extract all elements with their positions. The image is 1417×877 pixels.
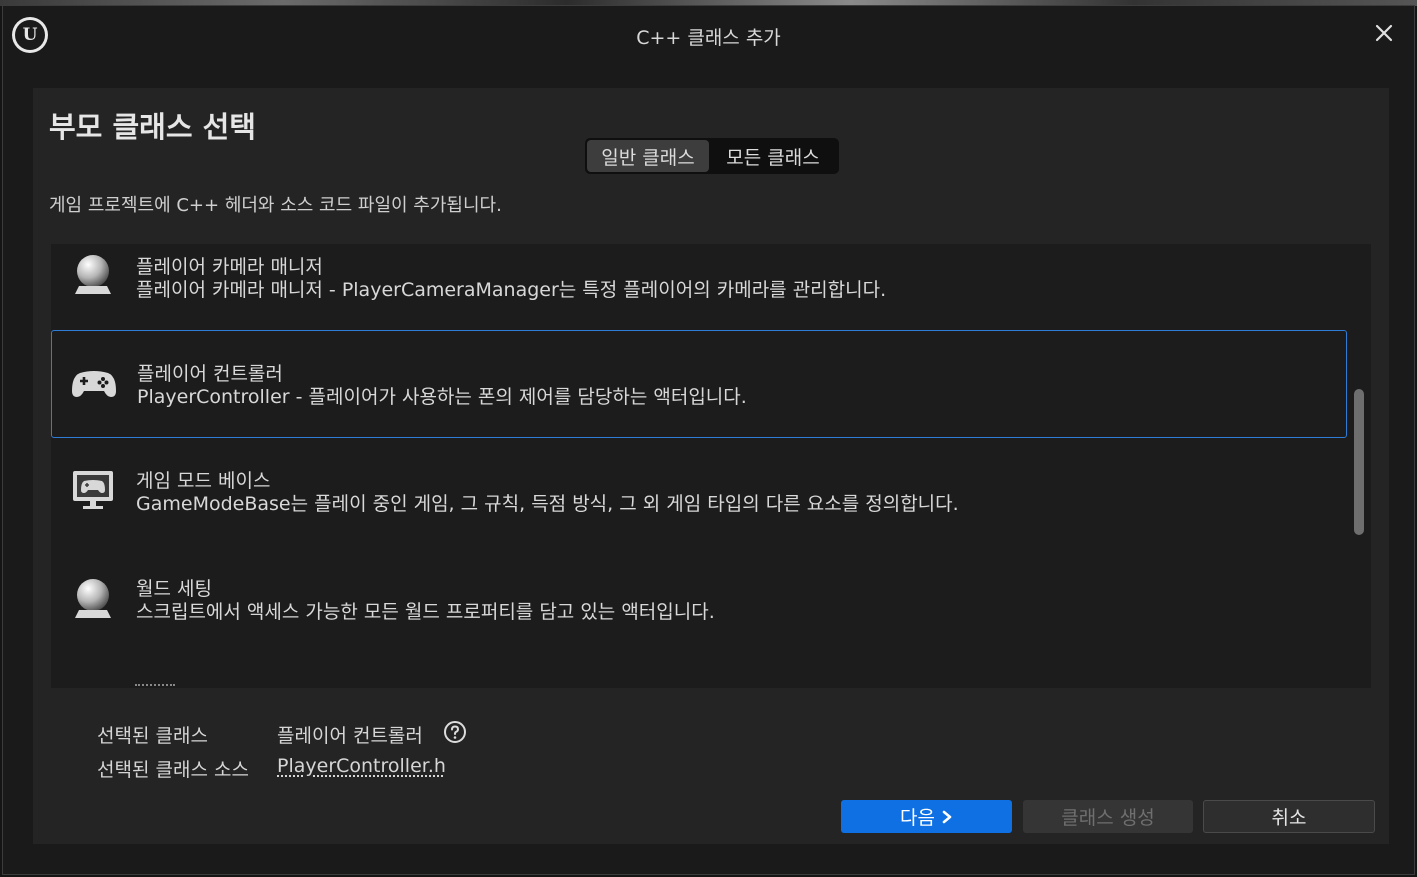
list-item-description: GameModeBase는 플레이 중인 게임, 그 규칙, 득점 방식, 그 … (136, 493, 959, 515)
panel-description: 게임 프로젝트에 C++ 헤더와 소스 코드 파일이 추가됩니다. (49, 195, 502, 216)
class-list: 플레이어 카메라 매니저 플레이어 카메라 매니저 - PlayerCamera… (51, 244, 1371, 688)
next-button-label: 다음 (900, 807, 935, 829)
sphere-icon (75, 579, 111, 618)
chevron-right-icon (942, 810, 952, 823)
list-item-description: 스크립트에서 액세스 가능한 모든 월드 프로퍼티를 담고 있는 액터입니다. (136, 601, 715, 623)
list-item-description: 플레이어 카메라 매니저 - PlayerCameraManager는 특정 플… (136, 279, 887, 301)
sphere-icon (75, 255, 111, 294)
clipped-list-item (135, 684, 175, 688)
help-icon[interactable] (443, 720, 467, 744)
gamepad-icon (72, 371, 116, 397)
tab-all-classes[interactable]: 모든 클래스 (709, 140, 837, 172)
next-button[interactable]: 다음 (841, 800, 1012, 833)
close-icon[interactable] (1372, 21, 1396, 45)
selected-source-label: 선택된 클래스 소스 (97, 759, 249, 781)
monitor-gamepad-icon (73, 471, 113, 509)
list-item[interactable]: 게임 모드 베이스 GameModeBase는 플레이 중인 게임, 그 규칙,… (51, 438, 1347, 546)
list-item-description: PlayerController - 플레이어가 사용하는 폰의 제어를 담당하… (137, 386, 747, 408)
add-cpp-class-dialog: U C++ 클래스 추가 부모 클래스 선택 일반 클래스 모든 클래스 게임 … (2, 5, 1415, 875)
cancel-button[interactable]: 취소 (1203, 800, 1375, 833)
selected-source-link[interactable]: PlayerController.h (277, 755, 446, 777)
create-class-button[interactable]: 클래스 생성 (1023, 800, 1193, 833)
class-filter-tabs: 일반 클래스 모든 클래스 (585, 138, 839, 174)
parent-class-panel: 부모 클래스 선택 일반 클래스 모든 클래스 게임 프로젝트에 C++ 헤더와… (33, 88, 1389, 844)
page-title: 부모 클래스 선택 (49, 110, 256, 144)
selected-class-label: 선택된 클래스 (97, 725, 208, 747)
list-item[interactable]: 월드 세팅 스크립트에서 액세스 가능한 모든 월드 프로퍼티를 담고 있는 액… (51, 546, 1347, 654)
list-scrollbar[interactable] (1354, 389, 1364, 535)
list-item-selected[interactable]: 플레이어 컨트롤러 PlayerController - 플레이어가 사용하는 … (51, 330, 1347, 438)
selected-class-value: 플레이어 컨트롤러 (277, 725, 423, 747)
window-title: C++ 클래스 추가 (636, 27, 781, 49)
tab-common-classes[interactable]: 일반 클래스 (587, 140, 709, 172)
list-item[interactable]: 플레이어 카메라 매니저 플레이어 카메라 매니저 - PlayerCamera… (51, 244, 1347, 322)
title-bar: U C++ 클래스 추가 (3, 6, 1414, 62)
